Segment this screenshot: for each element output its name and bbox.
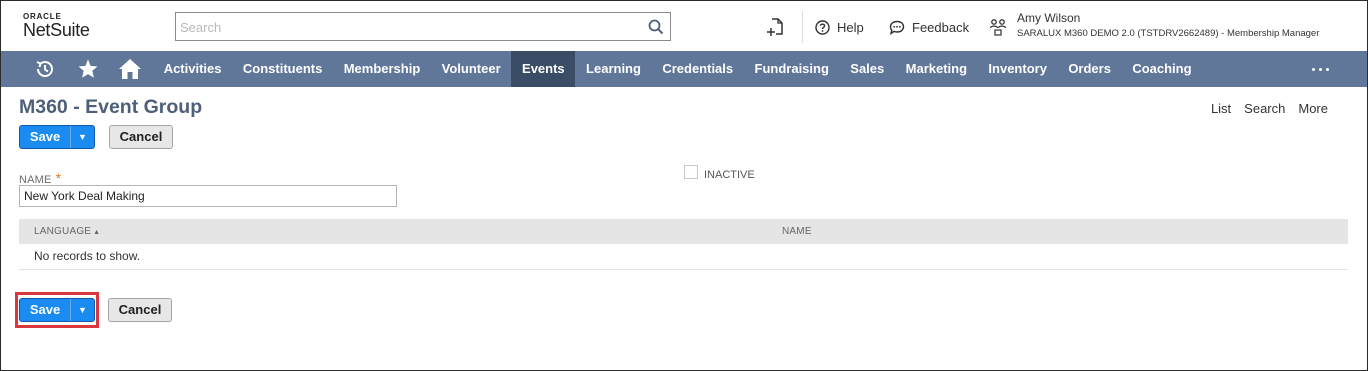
save-label: Save [29, 129, 61, 144]
nav-item-inventory[interactable]: Inventory [978, 51, 1058, 87]
netsuite-logo[interactable]: ORACLE NetSuite [23, 12, 90, 39]
more-link[interactable]: More [1298, 101, 1328, 116]
nav-item-constituents[interactable]: Constituents [232, 51, 333, 87]
cancel-button-top[interactable]: Cancel [109, 125, 173, 149]
list-link[interactable]: List [1211, 101, 1231, 116]
nav-item-learning[interactable]: Learning [575, 51, 651, 87]
home-icon[interactable] [118, 58, 142, 80]
feedback-link[interactable]: Feedback [889, 18, 969, 36]
table-header: LANGUAGE ▲ NAME [19, 219, 1348, 244]
required-asterisk: * [55, 170, 62, 186]
user-role: SARALUX M360 DEMO 2.0 (TSTDRV2662489) - … [1017, 28, 1320, 39]
recent-history-icon[interactable] [33, 58, 57, 80]
help-icon [815, 19, 830, 35]
column-header-language[interactable]: LANGUAGE ▲ [34, 219, 100, 245]
user-name: Amy Wilson [1017, 11, 1081, 25]
role-switch-icon [989, 19, 1007, 36]
save-button-top[interactable]: Save ▼ [19, 125, 95, 149]
translation-table: LANGUAGE ▲ NAME No records to show. [19, 219, 1348, 270]
nav-item-orders[interactable]: Orders [1058, 51, 1122, 87]
nav-item-marketing[interactable]: Marketing [895, 51, 978, 87]
nav-item-membership[interactable]: Membership [333, 51, 431, 87]
feedback-label: Feedback [912, 19, 970, 35]
name-field-label: NAME * [19, 170, 61, 186]
page-title: M360 - Event Group [19, 96, 203, 118]
nav-menu: Activities Constituents Membership Volun… [153, 51, 1202, 87]
search-input[interactable] [180, 17, 640, 37]
page-links: List Search More [1211, 101, 1328, 116]
recent-records-icon[interactable] [767, 17, 785, 37]
nav-item-volunteer[interactable]: Volunteer [431, 51, 511, 87]
nav-item-events[interactable]: Events [511, 51, 576, 87]
inactive-label: INACTIVE [704, 169, 755, 181]
logo-netsuite-text: NetSuite [23, 20, 90, 40]
save-menu-caret-icon[interactable]: ▼ [71, 126, 94, 148]
help-label: Help [837, 19, 864, 35]
help-link[interactable]: Help [815, 18, 864, 36]
name-field[interactable] [19, 185, 397, 207]
column-label-language: LANGUAGE [34, 226, 92, 237]
nav-item-sales[interactable]: Sales [840, 51, 895, 87]
search-link[interactable]: Search [1244, 101, 1285, 116]
favorites-star-icon[interactable] [76, 58, 100, 80]
nav-item-activities[interactable]: Activities [153, 51, 232, 87]
nav-item-credentials[interactable]: Credentials [652, 51, 744, 87]
empty-table-message: No records to show. [34, 249, 141, 263]
inactive-checkbox[interactable] [684, 165, 698, 179]
cancel-button-bottom[interactable]: Cancel [108, 298, 172, 322]
search-icon[interactable] [648, 19, 664, 35]
save-menu-caret-icon[interactable]: ▼ [71, 299, 94, 321]
more-menu-icon[interactable] [1309, 59, 1333, 79]
nav-item-coaching[interactable]: Coaching [1122, 51, 1203, 87]
save-button-bottom[interactable]: Save ▼ [19, 298, 95, 322]
main-navigation: Activities Constituents Membership Volun… [1, 51, 1367, 87]
nav-item-fundraising[interactable]: Fundraising [744, 51, 840, 87]
top-header: ORACLE NetSuite Help Feedback [1, 1, 1367, 51]
global-search[interactable] [175, 12, 671, 41]
save-label: Save [29, 302, 61, 317]
feedback-icon [889, 20, 905, 35]
column-header-name[interactable]: NAME [782, 219, 812, 244]
header-divider [802, 11, 803, 43]
sort-ascending-icon: ▲ [93, 229, 101, 236]
